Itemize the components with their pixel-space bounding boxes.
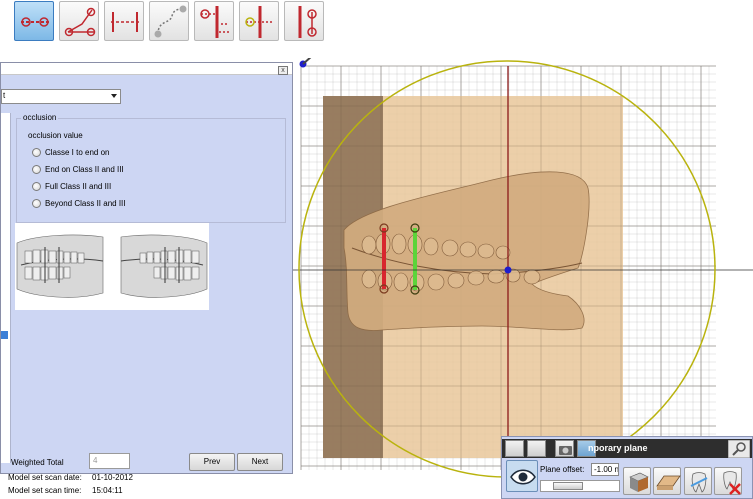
- weighted-total-label: Weighted Total: [11, 458, 64, 467]
- tooth: [361, 269, 377, 289]
- occlusion-value-label: occlusion value: [28, 131, 83, 140]
- curve-tool-icon: [154, 5, 187, 38]
- scan-time-label: Model set scan time:: [8, 486, 82, 495]
- tooth: [393, 272, 409, 292]
- scan-info: Model set scan date: 01-10-2012 Model se…: [0, 473, 292, 499]
- line-tool-icon: [21, 17, 49, 27]
- category-combo[interactable]: t: [1, 89, 121, 104]
- distance-tool-icon: [111, 12, 139, 32]
- close-icon[interactable]: x: [278, 66, 288, 75]
- radio-label: Classe I to end on: [45, 148, 110, 157]
- plane-tab-1[interactable]: [505, 440, 524, 457]
- plane-panel-header: nporary plane: [502, 439, 752, 459]
- point-line-tool-icon: [200, 6, 229, 38]
- angle-tool-button[interactable]: [59, 1, 99, 41]
- center-point[interactable]: [504, 266, 512, 274]
- 3d-viewport[interactable]: [292, 58, 753, 499]
- plane-tab-camera[interactable]: [555, 440, 574, 457]
- plane-cube-button[interactable]: [623, 467, 651, 495]
- viewport-canvas[interactable]: [292, 58, 753, 499]
- slider-thumb[interactable]: [553, 482, 583, 490]
- curve-tool-button[interactable]: [149, 1, 189, 41]
- weighted-total-field[interactable]: 4: [89, 453, 130, 469]
- vertical-line-tool-icon: [245, 6, 274, 38]
- next-button[interactable]: Next: [237, 453, 283, 471]
- vertical-line-tool-button[interactable]: [239, 1, 279, 41]
- plane-offset-field[interactable]: -1.00 n: [591, 463, 619, 476]
- radio-label: End on Class II and III: [45, 165, 124, 174]
- radio-circle[interactable]: [32, 182, 41, 191]
- plane-tooth-button[interactable]: [684, 467, 712, 495]
- delete-plane-icon: [723, 471, 741, 495]
- parallel-line-tool-button[interactable]: [284, 1, 324, 41]
- tooth-icon: [690, 472, 708, 493]
- tooth: [361, 235, 377, 255]
- plane-search-button[interactable]: [727, 439, 751, 459]
- plane-surface-button[interactable]: [653, 467, 681, 495]
- category-list[interactable]: [1, 113, 11, 463]
- distance-tool-button[interactable]: [104, 1, 144, 41]
- measurement-toolbar: [0, 0, 753, 46]
- plane-tab-2[interactable]: [527, 440, 546, 457]
- angle-tool-icon: [64, 7, 96, 37]
- category-combo-value: t: [3, 91, 6, 100]
- chevron-down-icon: [111, 94, 117, 98]
- plane-panel-title: nporary plane: [588, 443, 648, 453]
- occlusion-dialog: x t occlusion occlusion value Classe I t…: [0, 62, 293, 474]
- group-title: occlusion: [21, 113, 59, 122]
- magnifier-icon: [727, 439, 751, 459]
- plane-offset-label: Plane offset:: [540, 465, 585, 474]
- line-tool-button[interactable]: [14, 1, 54, 41]
- tooth: [447, 272, 465, 289]
- scan-time-value: 15:04:11: [92, 486, 123, 495]
- radio-circle[interactable]: [32, 199, 41, 208]
- plane-delete-button[interactable]: [714, 467, 742, 495]
- tooth: [467, 270, 485, 286]
- scan-date-value: 01-10-2012: [92, 473, 133, 482]
- occlusion-reference-image: [15, 223, 209, 310]
- tooth: [523, 269, 541, 285]
- camera-icon: [559, 446, 572, 455]
- eye-icon: [510, 469, 536, 485]
- app-window: x t occlusion occlusion value Classe I t…: [0, 0, 753, 499]
- prev-button[interactable]: Prev: [189, 453, 235, 471]
- tooth: [423, 237, 439, 256]
- radio-circle[interactable]: [32, 148, 41, 157]
- dialog-titlebar: x: [1, 63, 292, 75]
- tooth: [391, 233, 407, 255]
- tooth: [477, 243, 495, 259]
- tooth: [441, 239, 459, 257]
- scan-date-label: Model set scan date:: [8, 473, 82, 482]
- point-line-tool-button[interactable]: [194, 1, 234, 41]
- cube-icon: [629, 472, 649, 492]
- radio-circle[interactable]: [32, 165, 41, 174]
- radio-label: Full Class II and III: [45, 182, 112, 191]
- tooth: [487, 269, 505, 284]
- plane-surface-icon: [656, 475, 681, 490]
- radio-label: Beyond Class II and III: [45, 199, 126, 208]
- temporary-plane-panel: nporary plane Plane offset: -1.00 n: [501, 436, 753, 499]
- tooth: [459, 241, 477, 258]
- selected-category-marker: [1, 331, 8, 339]
- tooth: [427, 273, 445, 291]
- parallel-line-tool-icon: [298, 6, 317, 38]
- plane-offset-slider[interactable]: [540, 480, 620, 492]
- visibility-toggle-button[interactable]: [506, 460, 538, 492]
